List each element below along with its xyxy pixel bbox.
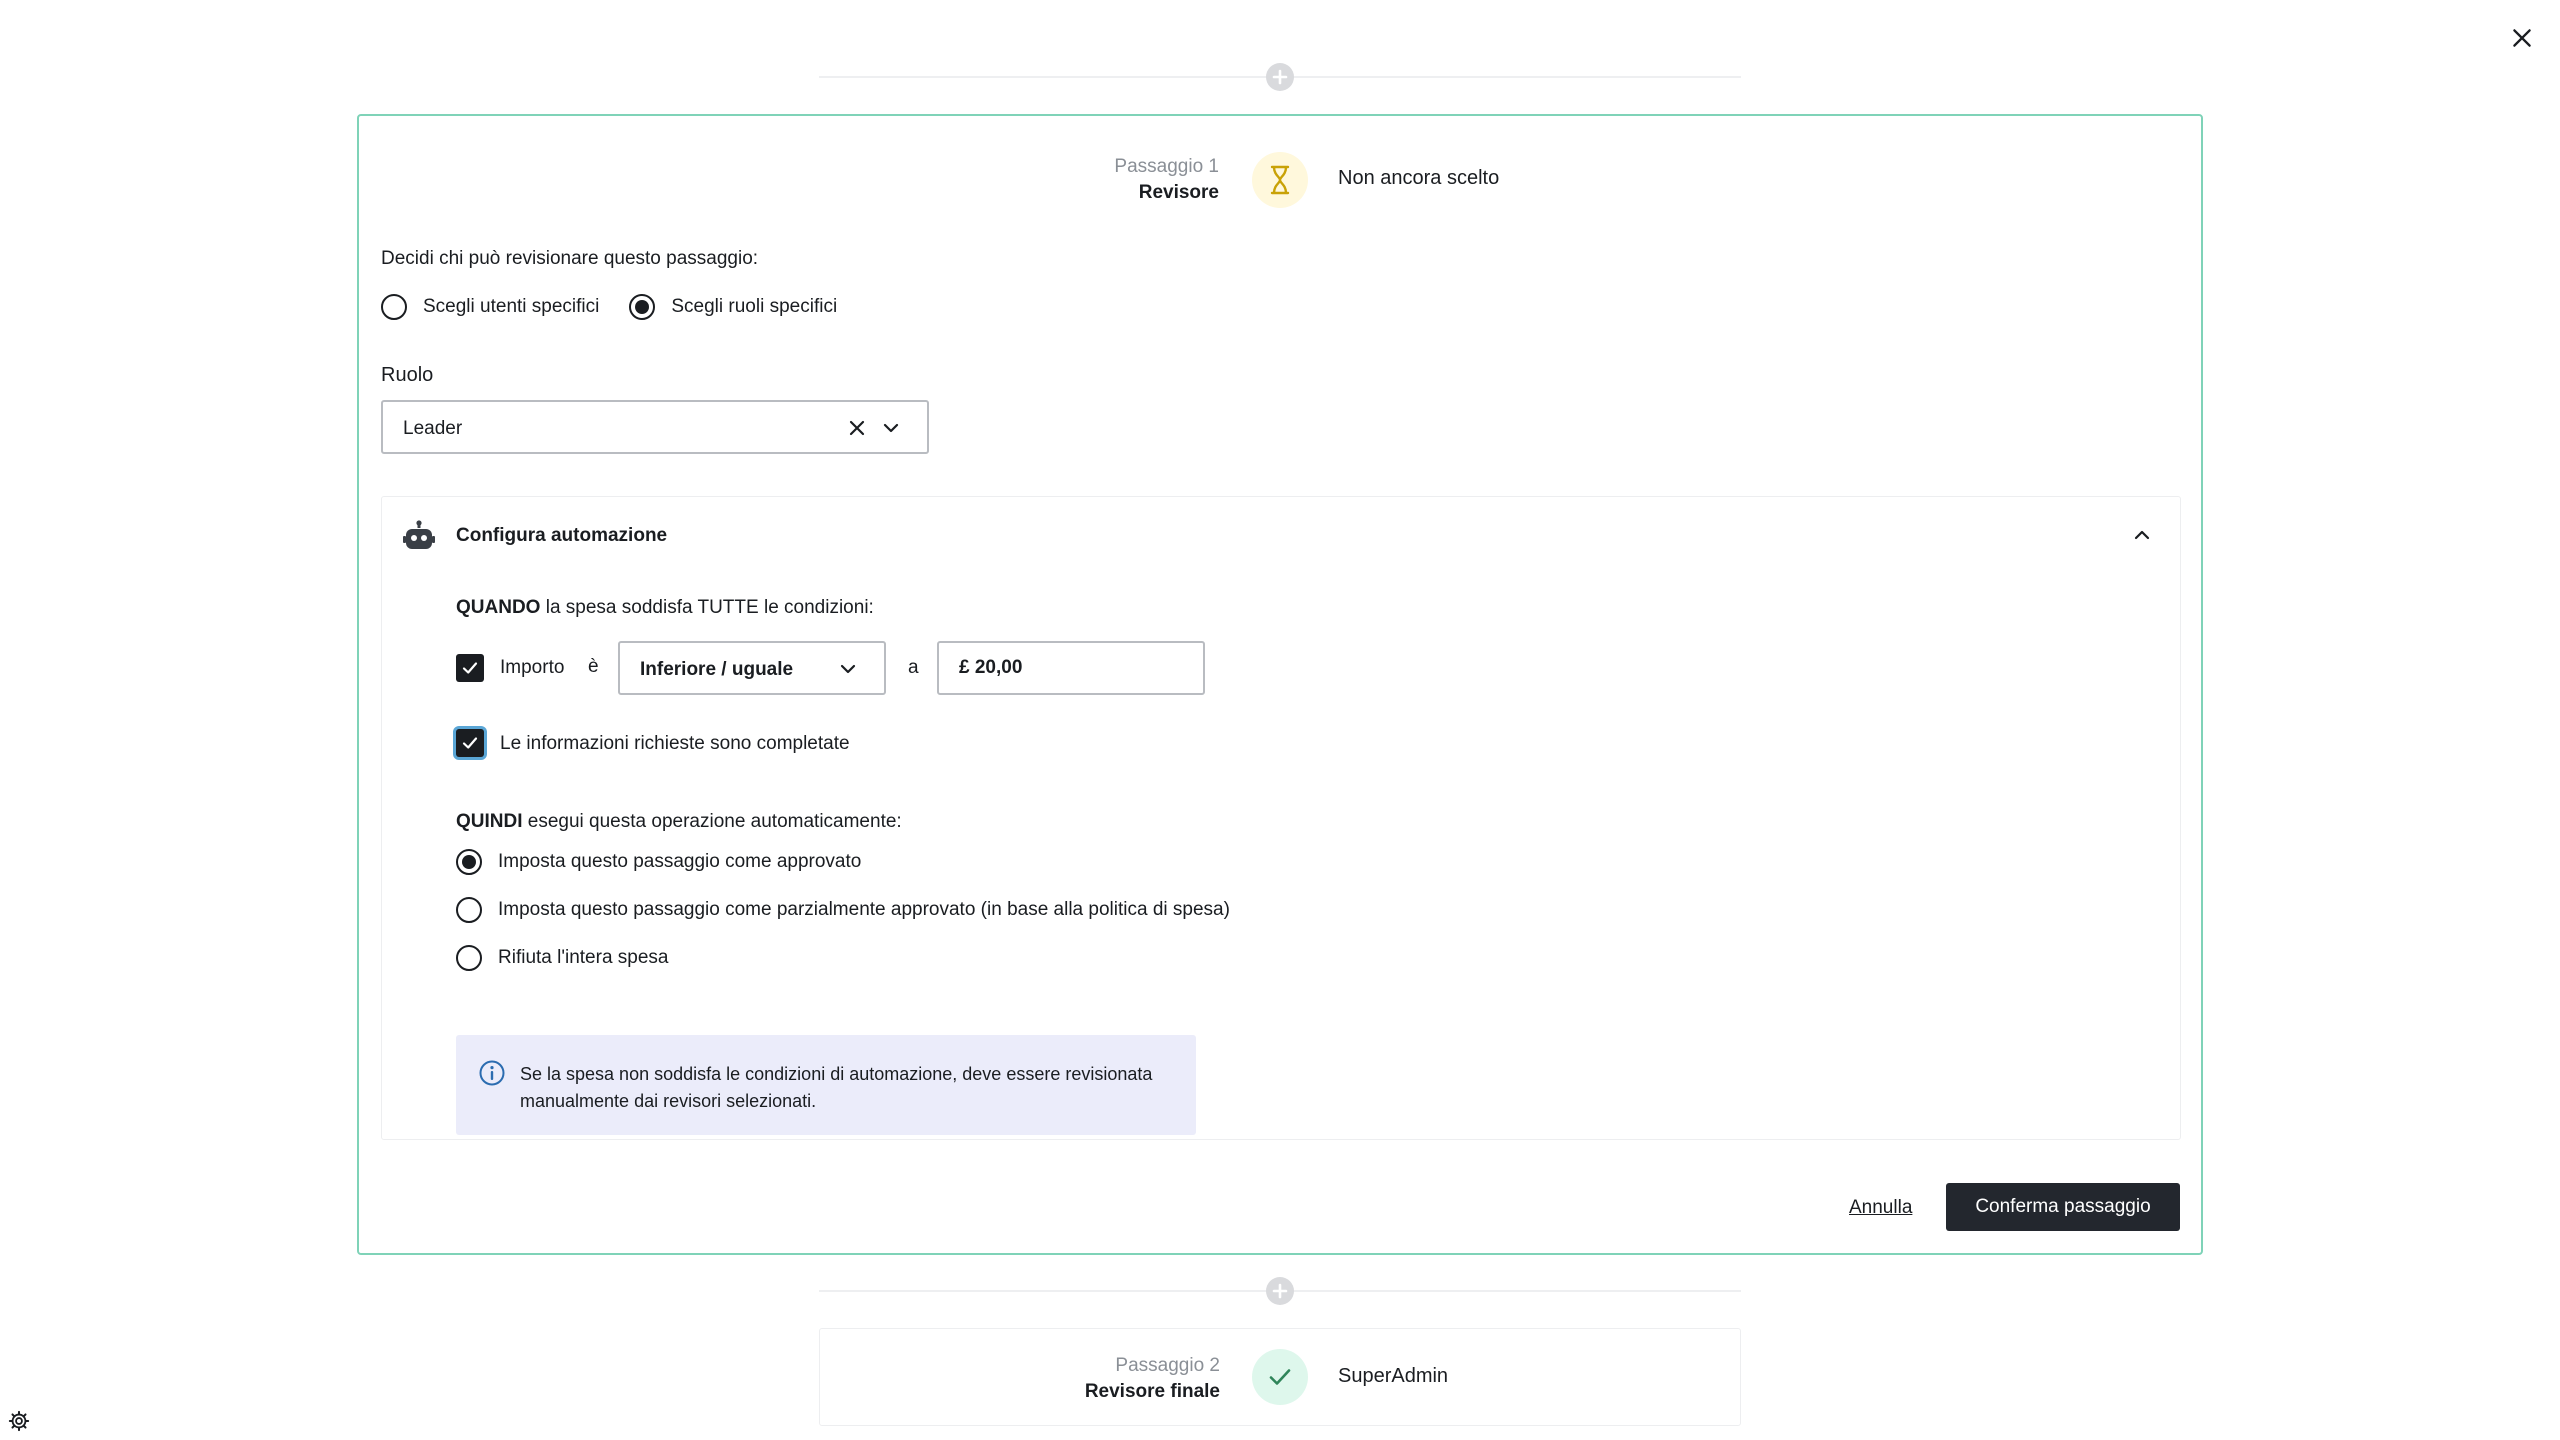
chevron-up-icon[interactable] (2130, 523, 2154, 547)
chevron-down-icon[interactable] (879, 416, 903, 440)
step-status-badge (1252, 1349, 1308, 1405)
action-approve-label[interactable]: Imposta questo passaggio come approvato (498, 851, 861, 873)
step-1-card: Passaggio 1 Revisore Non ancora scelto D… (357, 114, 2203, 1255)
automation-note-text: Se la spesa non soddisfa le condizioni d… (520, 1064, 1153, 1111)
condition-info-row: Le informazioni richieste sono completat… (456, 727, 1156, 761)
action-option-partial[interactable]: Imposta questo passaggio come parzialmen… (456, 897, 1230, 923)
radio-specific-users[interactable] (381, 294, 407, 320)
radio-specific-roles[interactable] (629, 294, 656, 320)
clear-icon[interactable] (845, 416, 869, 440)
operator-select[interactable]: Inferiore / uguale (618, 641, 886, 695)
close-icon[interactable] (2506, 22, 2538, 54)
step-status-text: SuperAdmin (1338, 1365, 1449, 1387)
role-select-value: Leader (403, 418, 463, 439)
role-field-label: Ruolo (381, 364, 434, 386)
radio-partial[interactable] (456, 897, 482, 923)
gear-icon[interactable] (8, 1410, 32, 1434)
then-sentence: QUINDI esegui questa operazione automati… (456, 811, 902, 833)
condition-info-label: Le informazioni richieste sono completat… (500, 733, 850, 754)
action-partial-label[interactable]: Imposta questo passaggio come parzialmen… (498, 899, 1230, 921)
then-keyword: QUINDI (456, 811, 523, 832)
when-text: la spesa soddisfa TUTTE le condizioni: (540, 597, 874, 618)
role-select[interactable]: Leader (381, 400, 929, 454)
checkmark-icon (462, 737, 478, 749)
reviewer-type-group: Scegli utenti specifici Scegli ruoli spe… (381, 294, 837, 320)
when-sentence: QUANDO la spesa soddisfa TUTTE le condiz… (456, 597, 874, 619)
step-role: Revisore (1138, 182, 1219, 203)
condition-is-label: è (588, 656, 599, 677)
step-role: Revisore finale (1084, 1381, 1220, 1402)
action-option-approve[interactable]: Imposta questo passaggio come approvato (456, 849, 861, 875)
checkmark-icon (462, 662, 478, 674)
robot-icon (403, 520, 435, 549)
radio-specific-users-label[interactable]: Scegli utenti specifici (423, 296, 599, 318)
step-number: Passaggio 2 (1115, 1355, 1220, 1376)
radio-specific-roles-label[interactable]: Scegli ruoli specifici (671, 296, 837, 318)
info-icon (479, 1060, 505, 1086)
step-2-heading: Passaggio 2 Revisore finale (1085, 1353, 1220, 1405)
confirm-step-button[interactable]: Conferma passaggio (1946, 1183, 2180, 1231)
step-2-card[interactable]: Passaggio 2 Revisore finale SuperAdmin (819, 1328, 1741, 1426)
step-number: Passaggio 1 (1114, 156, 1219, 177)
action-reject-label[interactable]: Rifiuta l'intera spesa (498, 947, 669, 969)
radio-reject[interactable] (456, 945, 482, 971)
add-step-button-top[interactable] (1266, 63, 1294, 91)
reviewer-question: Decidi chi può revisionare questo passag… (381, 248, 759, 269)
condition-amount-row: Importo è Inferiore / uguale a (456, 641, 1256, 695)
automation-title: Configura automazione (456, 525, 668, 546)
condition-to-label: a (908, 657, 919, 678)
when-keyword: QUANDO (456, 597, 541, 618)
step-1-heading: Passaggio 1 Revisore (1114, 154, 1219, 206)
step-1-header: Passaggio 1 Revisore Non ancora scelto (359, 140, 2201, 208)
automation-panel: Configura automazione QUANDO la spesa so… (381, 496, 2181, 1140)
then-text: esegui questa operazione automaticamente… (522, 811, 902, 832)
plus-icon (1272, 69, 1288, 85)
amount-input[interactable] (937, 641, 1205, 695)
condition-amount-label: Importo (500, 657, 565, 678)
condition-amount-checkbox[interactable] (456, 654, 484, 682)
automation-toggle[interactable]: Configura automazione (382, 497, 2180, 573)
chevron-down-icon (840, 664, 856, 674)
action-option-reject[interactable]: Rifiuta l'intera spesa (456, 945, 669, 971)
add-step-button-bottom[interactable] (1266, 1277, 1294, 1305)
radio-approve[interactable] (456, 849, 482, 875)
check-icon (1269, 1369, 1291, 1385)
condition-info-checkbox[interactable] (456, 729, 484, 757)
cancel-button[interactable]: Annulla (1849, 1197, 1912, 1219)
automation-note: Se la spesa non soddisfa le condizioni d… (456, 1035, 1196, 1135)
hourglass-icon (1270, 165, 1290, 195)
step-status-text: Non ancora scelto (1338, 167, 1500, 189)
plus-icon (1272, 1283, 1288, 1299)
operator-select-value: Inferiore / uguale (640, 659, 794, 680)
step-status-badge (1252, 152, 1308, 208)
